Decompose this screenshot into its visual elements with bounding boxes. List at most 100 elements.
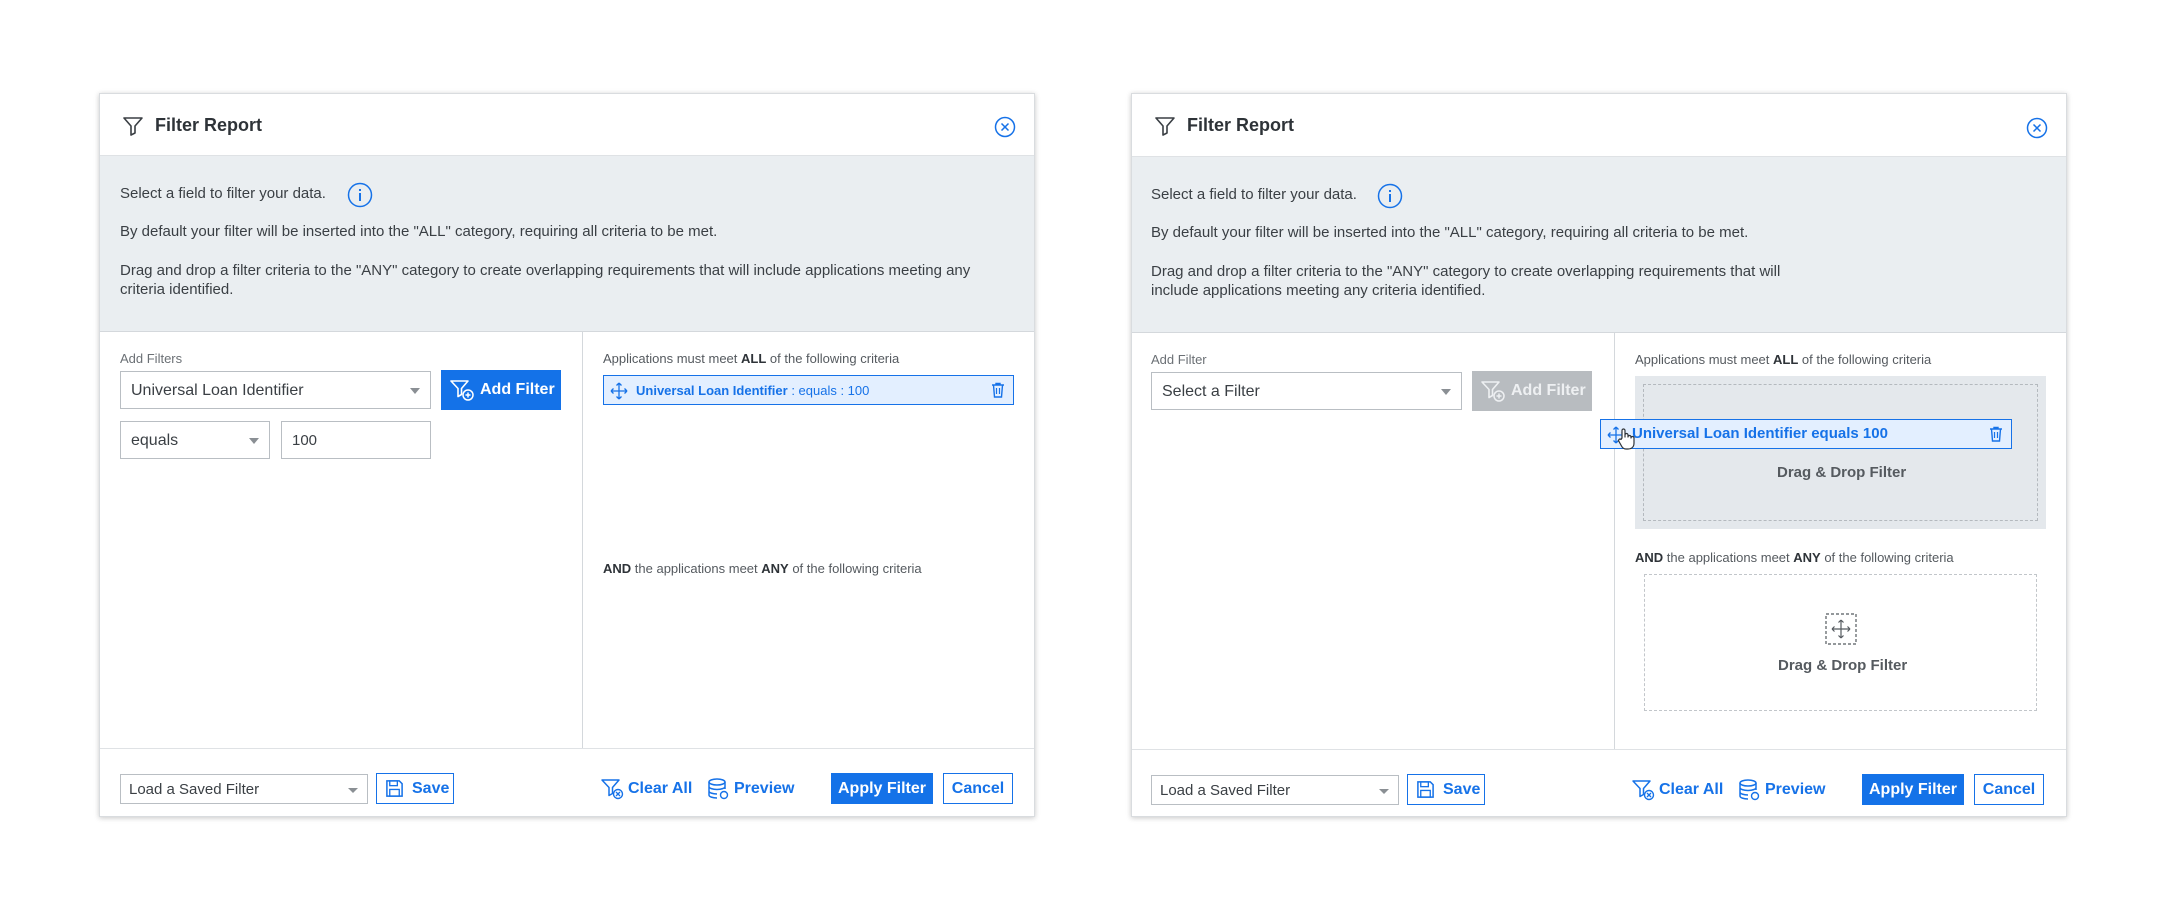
all-criteria-heading: Applications must meet ALL of the follow… [603,351,899,366]
cancel-label: Cancel [951,779,1005,797]
add-filter-label: Add Filter [1511,382,1586,399]
any-heading-and: AND [1635,550,1664,565]
field-select[interactable]: Universal Loan Identifier [120,371,431,409]
trash-icon[interactable] [1987,425,2005,443]
any-heading-post: of the following criteria [1820,550,1954,565]
dialog-title: Filter Report [155,115,263,135]
dialog-title: Filter Report [1187,115,1295,135]
apply-filter-button[interactable]: Apply Filter [831,773,933,804]
drop-zone-border [1643,384,2038,521]
save-label: Save [1443,780,1481,798]
chevron-down-icon [348,788,358,793]
trash-icon[interactable] [989,381,1007,399]
all-criteria-heading: Applications must meet ALL of the follow… [1635,352,1931,367]
criteria-chip[interactable]: Universal Loan Identifier : equals : 100 [603,375,1014,405]
add-filters-label: Add Filters [120,351,183,366]
field-select-value: Universal Loan Identifier [131,382,304,399]
save-icon [386,780,403,797]
cancel-button[interactable]: Cancel [1974,774,2044,805]
hand-cursor-icon [1618,428,1635,450]
close-icon[interactable] [994,116,1016,138]
all-heading-post: of the following criteria [766,351,900,366]
add-filter-label: Add Filter [1151,352,1207,367]
cancel-label: Cancel [1982,780,2036,798]
any-drop-zone[interactable]: Drag & Drop Filter [1644,574,2037,711]
move-icon[interactable] [610,382,628,400]
add-filter-button[interactable]: Add Filter [441,370,561,410]
value-input-text: 100 [292,432,318,449]
saved-filter-value: Load a Saved Filter [129,781,260,798]
any-criteria-heading: AND the applications meet ANY of the fol… [603,561,922,576]
chip-condition: : equals : 100 [787,383,870,398]
any-criteria-heading: AND the applications meet ANY of the fol… [1635,550,1954,565]
info-line-3b: include applications meeting any criteri… [1151,282,1486,299]
any-heading-and: AND [603,561,632,576]
any-heading-mid: the applications meet [631,561,762,576]
add-filter-panel: Add Filter Select a Filter Add Filter [1132,332,1615,749]
filter-report-dialog: Filter Report Select a field to filter y… [99,93,1035,817]
preview-label: Preview [734,780,795,797]
add-filter-icon [1481,381,1505,402]
dragged-chip-text: Universal Loan Identifier equals 100 [1632,425,1888,442]
apply-filter-label: Apply Filter [837,779,926,797]
any-heading-bold: ANY [761,561,789,576]
all-heading-post: of the following criteria [1798,352,1932,367]
any-heading-post: of the following criteria [788,561,922,576]
info-icon[interactable] [347,182,373,208]
dialog-footer: Load a Saved Filter Save Clear All Previ… [1132,749,2066,816]
all-heading-bold: ALL [1773,352,1799,367]
info-line-2: By default your filter will be inserted … [1151,224,1749,241]
add-filter-label: Add Filter [480,381,555,398]
all-heading-pre: Applications must meet [1635,352,1774,367]
save-button[interactable]: Save [376,773,454,804]
preview-button[interactable]: Preview [706,775,794,803]
chevron-down-icon [410,388,420,394]
operator-select[interactable]: equals [120,421,270,459]
info-line-3a: Drag and drop a filter criteria to the "… [120,262,971,279]
clear-filter-icon [601,779,624,800]
chevron-down-icon [1441,389,1451,395]
info-line-1: Select a field to filter your data. [120,185,326,202]
database-icon [708,778,729,800]
clear-all-button[interactable]: Clear All [600,775,692,803]
clear-all-label: Clear All [1659,781,1724,798]
dragged-filter-chip[interactable]: Universal Loan Identifier equals 100 [1600,419,2012,449]
clear-all-button[interactable]: Clear All [1631,776,1723,804]
save-button[interactable]: Save [1407,774,1485,805]
operator-select-value: equals [131,432,179,449]
chevron-down-icon [1379,789,1389,794]
filter-icon [1155,117,1175,136]
add-filter-button-disabled: Add Filter [1472,371,1592,411]
saved-filter-select[interactable]: Load a Saved Filter [1151,775,1399,805]
any-heading-mid: the applications meet [1663,550,1794,565]
field-select[interactable]: Select a Filter [1151,372,1462,410]
info-line-3a: Drag and drop a filter criteria to the "… [1151,263,1781,280]
all-heading-pre: Applications must meet [603,351,742,366]
save-icon [1417,781,1434,798]
criteria-panel: Applications must meet ALL of the follow… [1615,332,2066,749]
apply-filter-button[interactable]: Apply Filter [1862,774,1964,805]
drop-zone-label: Drag & Drop Filter [1777,464,1907,481]
all-drop-zone[interactable]: Drag & Drop Filter [1635,376,2046,529]
database-icon [1739,779,1760,801]
info-icon[interactable] [1377,183,1403,209]
dialog-header: Filter Report [1132,94,2066,157]
preview-button[interactable]: Preview [1737,776,1825,804]
info-line-3b: criteria identified. [120,281,234,298]
apply-filter-label: Apply Filter [1868,780,1957,798]
cancel-button[interactable]: Cancel [943,773,1013,804]
info-panel [1132,157,2066,333]
close-icon[interactable] [2026,117,2048,139]
info-panel [100,156,1034,332]
any-heading-bold: ANY [1793,550,1821,565]
criteria-panel: Applications must meet ALL of the follow… [583,331,1034,748]
drop-zone-label: Drag & Drop Filter [1778,657,1908,674]
add-filters-panel: Add Filters Universal Loan Identifier Ad… [100,331,583,748]
saved-filter-select[interactable]: Load a Saved Filter [120,774,368,804]
filter-icon [123,117,143,136]
criteria-chip-text: Universal Loan Identifier : equals : 100 [636,383,869,398]
all-heading-bold: ALL [741,351,767,366]
value-input[interactable]: 100 [281,421,431,459]
dialog-header: Filter Report [100,94,1034,156]
dialog-footer: Load a Saved Filter Save Clear All Previ… [100,748,1034,816]
